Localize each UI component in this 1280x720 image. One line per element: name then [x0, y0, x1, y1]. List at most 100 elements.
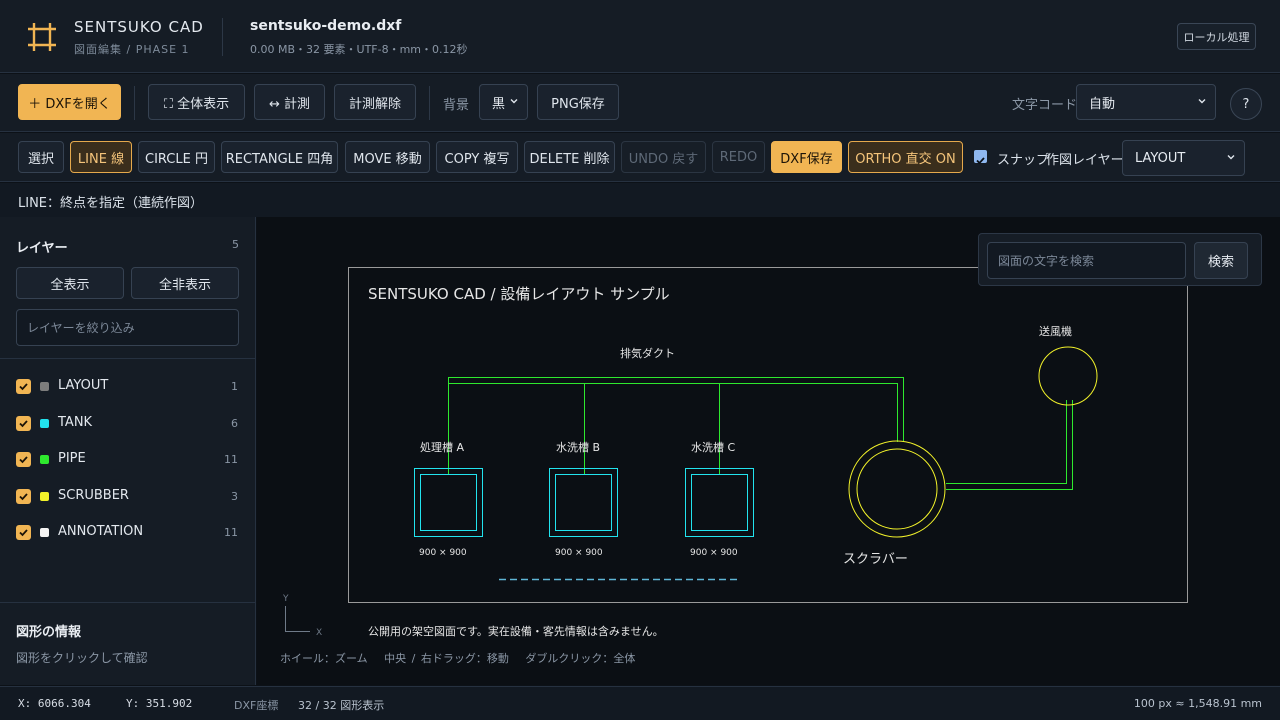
layer-row-pipe[interactable]: PIPE 11	[0, 441, 255, 477]
layer-count: 11	[224, 453, 238, 466]
tank-c-label: 水洗槽 C	[691, 441, 735, 454]
drawing-notice: 公開用の架空図面です。実在設備・客先情報は含みません。	[368, 624, 664, 638]
scale-readout: 100 px ≈ 1,548.91 mm	[1133, 697, 1262, 710]
layer-visibility-checkbox[interactable]	[16, 379, 31, 394]
chevron-down-icon	[1227, 155, 1235, 160]
background-value: 黒	[492, 96, 506, 112]
background-select[interactable]: 黒	[479, 84, 528, 120]
dxf-save-button[interactable]: DXF保存	[771, 141, 842, 173]
layer-visibility-checkbox[interactable]	[16, 452, 31, 467]
app-name: SENTSUKO CAD	[74, 18, 204, 36]
select-tool-button[interactable]: 選択	[18, 141, 64, 173]
layers-count: 5	[232, 238, 239, 251]
encoding-value: 自動	[1089, 96, 1116, 112]
redo-button[interactable]: REDO	[712, 141, 765, 173]
cursor-x-coordinate: X: 6066.304	[18, 697, 91, 710]
move-tool-button[interactable]: MOVE 移動	[345, 141, 430, 173]
search-button[interactable]: 検索	[1194, 242, 1248, 279]
layer-visibility-checkbox[interactable]	[16, 489, 31, 504]
delete-tool-button[interactable]: DELETE 削除	[524, 141, 615, 173]
layer-visibility-checkbox[interactable]	[16, 416, 31, 431]
check-icon	[19, 456, 28, 464]
chevron-down-icon	[1198, 99, 1206, 104]
tank-b-label: 水洗槽 B	[556, 441, 600, 454]
tank-c-dimension: 900 × 900	[690, 548, 738, 558]
tank-b-dimension: 900 × 900	[555, 548, 603, 558]
ortho-toggle-button[interactable]: ORTHO 直交 ON	[848, 141, 963, 173]
layer-name: SCRUBBER	[58, 488, 129, 503]
app-subtitle: 図面編集 / PHASE 1	[74, 43, 190, 56]
layer-color-swatch	[40, 455, 49, 464]
line-tool-button[interactable]: LINE 線	[70, 141, 132, 173]
open-dxf-button[interactable]: ＋ DXFを開く	[18, 84, 121, 120]
layer-row-tank[interactable]: TANK 6	[0, 405, 255, 441]
fan	[1038, 346, 1098, 406]
layer-row-annotation[interactable]: ANNOTATION 11	[0, 514, 255, 550]
circle-tool-button[interactable]: CIRCLE 円	[138, 141, 215, 173]
drawing-canvas[interactable]: SENTSUKO CAD / 設備レイアウト サンプル 排気ダクト 処理槽 A …	[257, 217, 1280, 685]
tank-c	[685, 468, 754, 537]
png-save-button[interactable]: PNG保存	[537, 84, 619, 120]
layer-name: LAYOUT	[58, 378, 109, 393]
check-icon	[976, 157, 985, 165]
layer-name: PIPE	[58, 451, 86, 466]
hide-all-layers-button[interactable]: 全非表示	[131, 267, 239, 299]
layer-name: ANNOTATION	[58, 524, 144, 539]
layer-name: TANK	[58, 415, 93, 430]
background-label: 背景	[443, 98, 470, 113]
check-icon	[19, 383, 28, 391]
fit-view-button[interactable]: ⛶ 全体表示	[148, 84, 245, 120]
tank-a-dimension: 900 × 900	[419, 548, 467, 558]
file-meta: 0.00 MB・32 要素・UTF-8・mm・0.12秒	[250, 43, 468, 56]
layer-filter-input[interactable]	[16, 309, 239, 346]
shape-info-text: 図形をクリックして確認	[16, 651, 148, 665]
scrubber-label: スクラバー	[843, 552, 908, 567]
status-bar: X: 6066.304 Y: 351.902 DXF座標 32 / 32 図形表…	[0, 686, 1280, 720]
layer-row-layout[interactable]: LAYOUT 1	[0, 368, 255, 404]
axis-y-label: Y	[282, 594, 289, 604]
copy-tool-button[interactable]: COPY 複写	[436, 141, 518, 173]
layer-visibility-checkbox[interactable]	[16, 525, 31, 540]
duct-label: 排気ダクト	[620, 346, 675, 360]
layer-sidebar: レイヤー 5 全表示 全非表示 LAYOUT 1 TANK 6 PIPE 11 …	[0, 217, 256, 685]
chevron-down-icon	[510, 99, 518, 104]
layer-color-swatch	[40, 528, 49, 537]
layer-count: 3	[231, 490, 238, 503]
undo-button[interactable]: UNDO 戻す	[621, 141, 706, 173]
draw-layer-select[interactable]: LAYOUT	[1122, 140, 1245, 176]
drawing-title: SENTSUKO CAD / 設備レイアウト サンプル	[368, 285, 670, 303]
snap-checkbox[interactable]	[974, 150, 987, 165]
clear-measure-button[interactable]: 計測解除	[334, 84, 416, 120]
tank-a	[414, 468, 483, 537]
coordinate-system: DXF座標	[234, 699, 279, 712]
command-bar: LINE：終点を指定（連続作図）	[0, 183, 1280, 217]
measure-button[interactable]: ↔ 計測	[254, 84, 325, 120]
local-processing-badge[interactable]: ローカル処理	[1177, 23, 1256, 50]
encoding-label: 文字コード	[1012, 98, 1078, 113]
show-all-layers-button[interactable]: 全表示	[16, 267, 124, 299]
exhaust-duct	[448, 377, 1073, 490]
text-search-panel: 検索	[978, 233, 1262, 286]
cad-logo-icon	[28, 23, 56, 51]
file-name: sentsuko-demo.dxf	[250, 18, 402, 34]
check-icon	[19, 493, 28, 501]
sidebar-divider	[0, 602, 255, 603]
layer-row-scrubber[interactable]: SCRUBBER 3	[0, 478, 255, 514]
drawing-svg[interactable]: SENTSUKO CAD / 設備レイアウト サンプル 排気ダクト 処理槽 A …	[257, 217, 1280, 685]
snap-label: スナップ	[997, 153, 1050, 168]
cursor-y-coordinate: Y: 351.902	[126, 697, 193, 710]
encoding-select[interactable]: 自動	[1076, 84, 1216, 120]
toolbar-divider	[134, 86, 135, 120]
text-search-input[interactable]	[987, 242, 1186, 279]
shape-info-title: 図形の情報	[16, 625, 82, 640]
check-icon	[19, 420, 28, 428]
tank-a-label: 処理槽 A	[420, 441, 464, 454]
rectangle-tool-button[interactable]: RECTANGLE 四角	[221, 141, 338, 173]
layer-color-swatch	[40, 382, 49, 391]
check-icon	[19, 529, 28, 537]
shape-count: 32 / 32 図形表示	[298, 699, 385, 712]
layer-count: 6	[231, 417, 238, 430]
help-button[interactable]: ?	[1230, 88, 1262, 120]
draw-layer-value: LAYOUT	[1135, 150, 1186, 166]
layers-title: レイヤー	[16, 241, 68, 256]
